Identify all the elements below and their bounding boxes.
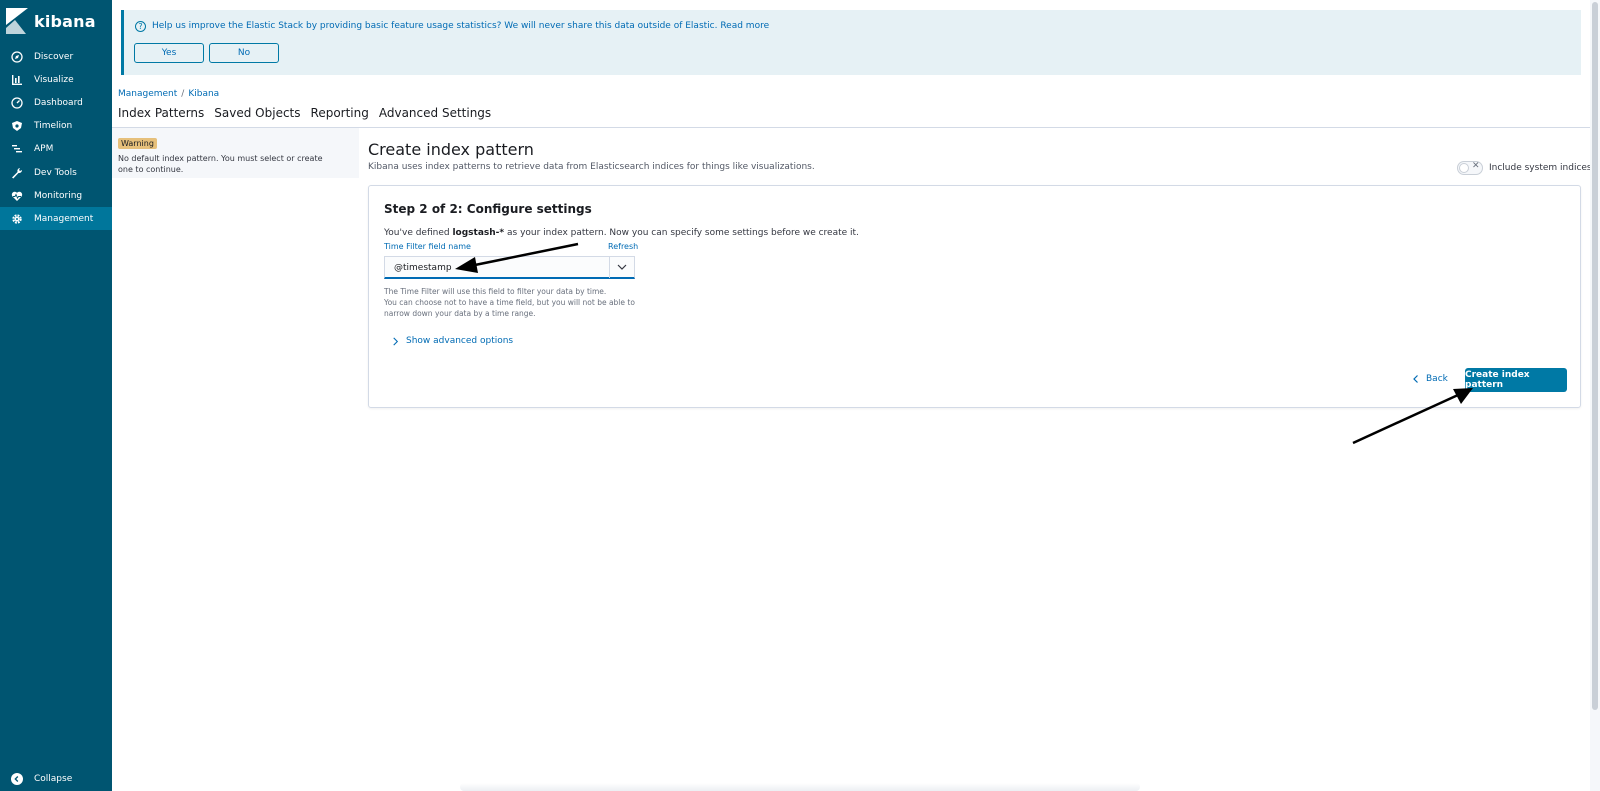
sidebar-item-monitoring[interactable]: Monitoring [0, 184, 112, 207]
sidebar-item-label: Visualize [34, 74, 74, 85]
tab-advanced-settings[interactable]: Advanced Settings [379, 106, 491, 120]
help-line: You can choose not to have a time field,… [384, 298, 635, 307]
collapse-icon [11, 773, 23, 785]
kibana-logo-icon [6, 8, 28, 34]
sidebar-item-label: APM [34, 143, 54, 154]
toggle-off-icon: ✕ [1472, 161, 1480, 171]
apm-icon [10, 142, 24, 156]
tab-reporting[interactable]: Reporting [311, 106, 369, 120]
help-line: The Time Filter will use this field to f… [384, 287, 607, 296]
sidebar-item-label: Monitoring [34, 190, 83, 201]
step-desc-prefix: You've defined [384, 228, 450, 238]
tab-index-patterns[interactable]: Index Patterns [118, 106, 204, 120]
gear-icon [10, 212, 24, 226]
warning-badge: Warning [118, 138, 157, 149]
index-pattern-side-panel: Warning No default index pattern. You mu… [112, 128, 359, 178]
page-title: Create index pattern [368, 140, 534, 159]
dashboard-icon [10, 96, 24, 110]
warning-text: No default index pattern. You must selec… [118, 154, 323, 174]
sidebar: kibana Discover Visualize Dashboard Time… [0, 0, 112, 791]
back-button[interactable]: Back [1412, 374, 1448, 384]
sidebar-item-apm[interactable]: APM [0, 137, 112, 160]
sidebar-item-label: Management [34, 213, 94, 224]
chevron-left-icon [1413, 375, 1418, 383]
time-filter-help: The Time Filter will use this field to f… [384, 286, 644, 319]
question-icon: ? [135, 21, 146, 32]
banner-message[interactable]: Help us improve the Elastic Stack by pro… [152, 21, 769, 31]
management-tabs: Index Patterns Saved Objects Reporting A… [118, 106, 501, 120]
shield-icon [10, 119, 24, 133]
step-title: Step 2 of 2: Configure settings [384, 202, 592, 216]
bottom-shadow [460, 783, 1140, 791]
heartbeat-icon [10, 189, 24, 203]
sidebar-item-dev-tools[interactable]: Dev Tools [0, 161, 112, 184]
wrench-icon [10, 166, 24, 180]
page-subtitle: Kibana uses index patterns to retrieve d… [368, 162, 815, 172]
show-advanced-options-button[interactable]: Show advanced options [391, 336, 513, 346]
include-system-indices-label[interactable]: Include system indices [1489, 163, 1592, 173]
tab-saved-objects[interactable]: Saved Objects [214, 106, 300, 120]
index-pattern-name: logstash-* [452, 228, 505, 238]
breadcrumb: Management / Kibana [118, 89, 219, 99]
telemetry-banner: ? Help us improve the Elastic Stack by p… [121, 10, 1581, 75]
sidebar-item-timelion[interactable]: Timelion [0, 114, 112, 137]
sidebar-item-label: Timelion [34, 120, 73, 131]
sidebar-item-label: Dashboard [34, 97, 83, 108]
sidebar-item-label: Dev Tools [34, 167, 77, 178]
compass-icon [10, 50, 24, 64]
back-label: Back [1426, 374, 1448, 384]
bar-chart-icon [10, 73, 24, 87]
scrollbar-thumb[interactable] [1592, 2, 1598, 710]
selected-field-value: @timestamp [394, 263, 452, 273]
step-description: You've defined logstash-* as your index … [384, 228, 859, 238]
configure-settings-panel: Step 2 of 2: Configure settings You've d… [368, 185, 1581, 408]
kibana-logo[interactable]: kibana [6, 8, 96, 34]
sidebar-item-discover[interactable]: Discover [0, 45, 112, 68]
yes-button[interactable]: Yes [134, 43, 204, 63]
time-filter-field-select[interactable]: @timestamp [384, 256, 635, 279]
no-button[interactable]: No [209, 43, 279, 63]
chevron-down-icon [617, 264, 627, 270]
include-system-indices-toggle[interactable]: ✕ [1457, 161, 1483, 175]
sidebar-item-management[interactable]: Management [0, 207, 112, 230]
help-line: narrow down your data by a time range. [384, 309, 536, 318]
sidebar-item-dashboard[interactable]: Dashboard [0, 91, 112, 114]
chevron-right-icon [393, 337, 399, 345]
breadcrumb-management[interactable]: Management [118, 89, 177, 99]
breadcrumb-separator: / [181, 89, 185, 99]
collapse-button[interactable]: Collapse [0, 770, 112, 788]
step-desc-suffix: as your index pattern. Now you can speci… [507, 228, 859, 238]
sidebar-item-label: Discover [34, 51, 74, 62]
create-index-pattern-button[interactable]: Create index pattern [1465, 368, 1567, 392]
app-name: kibana [34, 11, 96, 31]
time-filter-field-label: Time Filter field name [384, 242, 471, 251]
select-divider [609, 257, 610, 278]
toggle-knob [1459, 163, 1469, 173]
show-advanced-options-label: Show advanced options [406, 336, 514, 346]
sidebar-item-visualize[interactable]: Visualize [0, 68, 112, 91]
breadcrumb-kibana[interactable]: Kibana [188, 89, 219, 99]
collapse-label: Collapse [34, 774, 73, 784]
refresh-link[interactable]: Refresh [608, 242, 638, 251]
